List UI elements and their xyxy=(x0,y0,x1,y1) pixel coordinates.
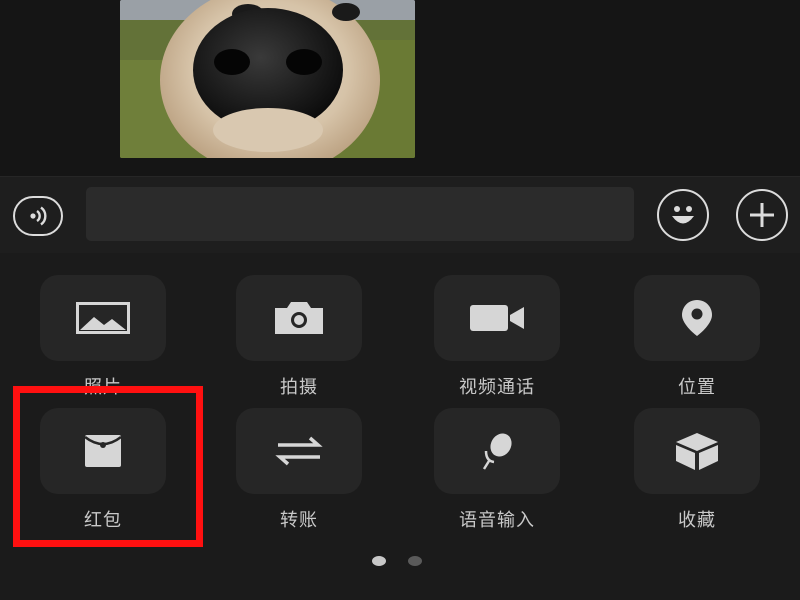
favorites-label: 收藏 xyxy=(678,510,716,531)
page-dot-active[interactable] xyxy=(372,556,386,566)
dog-photo xyxy=(120,0,415,158)
location-pin-icon xyxy=(682,300,712,336)
emoji-icon xyxy=(672,206,694,224)
more-functions-button[interactable] xyxy=(736,189,788,241)
page-dot-inactive[interactable] xyxy=(408,556,422,566)
photo-tile[interactable] xyxy=(40,275,166,361)
transfer-arrows-icon xyxy=(275,436,323,466)
input-bar xyxy=(0,176,800,254)
camera-tile[interactable] xyxy=(236,275,362,361)
video-call-tile[interactable] xyxy=(434,275,560,361)
cube-icon xyxy=(676,433,718,470)
video-camera-icon xyxy=(470,305,524,331)
location-label: 位置 xyxy=(678,377,716,398)
favorites-tile[interactable] xyxy=(634,408,760,494)
page-indicator xyxy=(372,555,432,567)
red-packet-icon xyxy=(84,435,122,467)
chat-screen: 照片 拍摄 视频通话 位置 红包 转账 语音输入 收藏 xyxy=(0,0,800,600)
location-tile[interactable] xyxy=(634,275,760,361)
camera-label: 拍摄 xyxy=(280,377,318,398)
transfer-label: 转账 xyxy=(280,510,318,531)
red-packet-tile[interactable] xyxy=(40,408,166,494)
video-call-label: 视频通话 xyxy=(459,377,535,398)
camera-icon xyxy=(275,302,323,334)
plus-icon xyxy=(750,203,774,227)
voice-input-label: 语音输入 xyxy=(459,510,535,531)
message-input[interactable] xyxy=(86,187,634,241)
voice-input-tile[interactable] xyxy=(434,408,560,494)
function-panel: 照片 拍摄 视频通话 位置 红包 转账 语音输入 收藏 xyxy=(0,253,800,600)
image-icon xyxy=(76,302,130,334)
chat-message-area[interactable] xyxy=(0,0,800,176)
emoji-button[interactable] xyxy=(657,189,709,241)
voice-icon xyxy=(30,206,47,226)
photo-message[interactable] xyxy=(120,0,415,158)
microphone-icon xyxy=(482,433,512,470)
red-packet-label: 红包 xyxy=(84,510,122,531)
transfer-tile[interactable] xyxy=(236,408,362,494)
photo-label: 照片 xyxy=(84,377,122,398)
voice-input-button[interactable] xyxy=(13,196,63,236)
